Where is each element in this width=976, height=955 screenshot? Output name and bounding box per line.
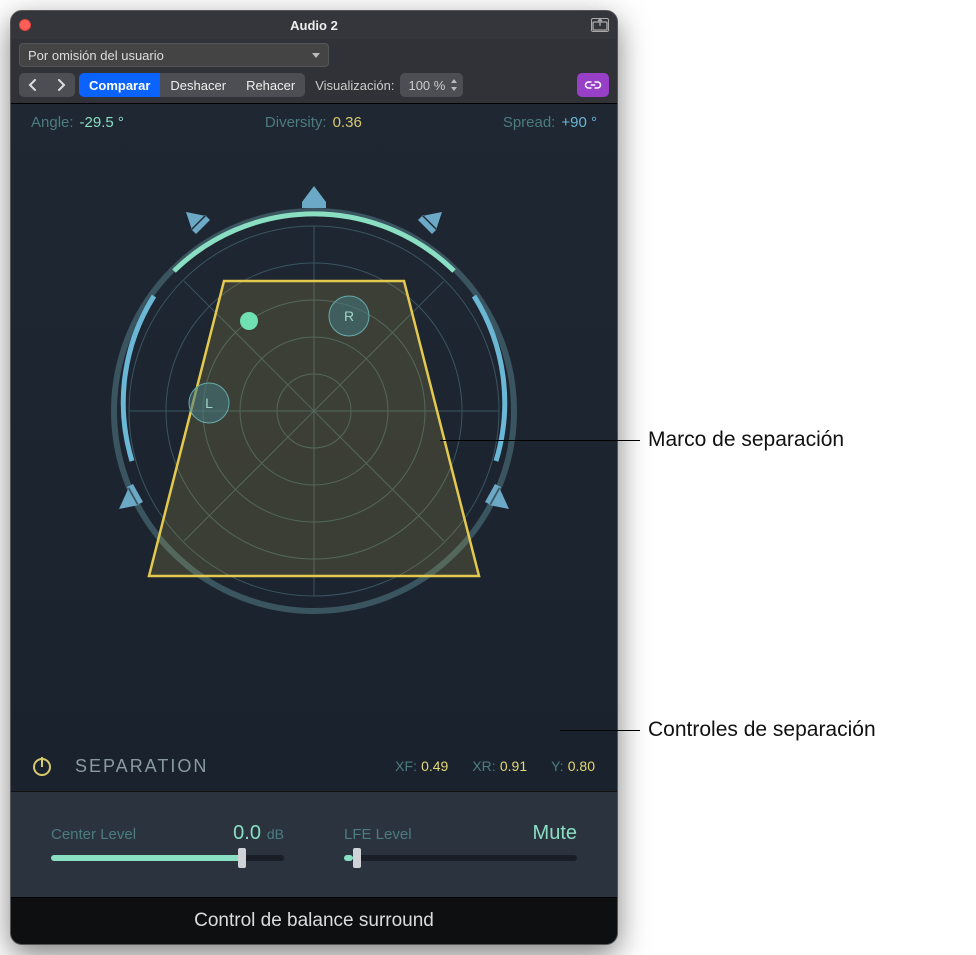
preset-row: Por omisión del usuario (11, 39, 617, 67)
center-level-value[interactable]: 0.0 (233, 822, 261, 844)
separation-row: SEPARATION XF: 0.49 XR: 0.91 Y: 0.80 (11, 756, 617, 791)
nav-segment (19, 73, 75, 97)
xr-label: XR: (472, 758, 495, 774)
lfe-level-block: LFE Level Mute (344, 822, 577, 861)
surround-balance-window: Audio 2 Por omisión del usuario Comparar… (10, 10, 618, 945)
separation-power-button[interactable] (33, 758, 51, 776)
view-label: Visualización: (315, 78, 394, 93)
angle-value[interactable]: -29.5 ° (80, 114, 124, 131)
titlebar: Audio 2 (11, 11, 617, 39)
xr-value[interactable]: 0.91 (500, 758, 527, 774)
export-icon[interactable] (591, 18, 609, 32)
callout-line-frame (440, 440, 640, 441)
surround-radar[interactable]: L R (49, 141, 579, 671)
diversity-label: Diversity: (265, 114, 327, 131)
callout-controls: Controles de separación (648, 718, 876, 742)
center-level-slider[interactable] (51, 855, 284, 861)
angle-label: Angle: (31, 114, 74, 131)
callout-line-controls (560, 730, 640, 731)
channel-r[interactable]: R (329, 296, 369, 336)
footer-caption: Control de balance surround (11, 897, 617, 944)
lfe-level-value[interactable]: Mute (533, 822, 577, 845)
xf-value[interactable]: 0.49 (421, 758, 448, 774)
center-level-block: Center Level 0.0 dB (51, 822, 284, 861)
compare-segment: Comparar Deshacer Rehacer (79, 73, 305, 97)
channel-l[interactable]: L (189, 383, 229, 423)
diversity-value[interactable]: 0.36 (333, 114, 362, 131)
redo-button[interactable]: Rehacer (236, 73, 305, 97)
spread-label: Spread: (503, 114, 556, 131)
preset-select[interactable]: Por omisión del usuario (19, 43, 329, 67)
callout-frame: Marco de separación (648, 428, 844, 452)
separation-title: SEPARATION (75, 756, 208, 777)
toolbar: Comparar Deshacer Rehacer Visualización:… (11, 67, 617, 104)
zoom-select[interactable]: 100 % (400, 73, 463, 97)
level-sliders-panel: Center Level 0.0 dB LFE Level Mute (11, 791, 617, 897)
undo-button[interactable]: Deshacer (160, 73, 236, 97)
readout-row: Angle: -29.5 ° Diversity: 0.36 Spread: +… (11, 104, 617, 131)
preset-value: Por omisión del usuario (28, 48, 164, 63)
source-puck[interactable] (240, 312, 258, 330)
window-title: Audio 2 (11, 18, 617, 33)
close-window-button[interactable] (19, 19, 31, 31)
xf-label: XF: (395, 758, 417, 774)
zoom-value: 100 % (408, 78, 445, 93)
center-level-label: Center Level (51, 826, 136, 843)
lfe-level-slider[interactable] (344, 855, 577, 861)
svg-text:R: R (344, 308, 354, 324)
compare-button[interactable]: Comparar (79, 73, 160, 97)
prev-button[interactable] (19, 73, 47, 97)
link-button[interactable] (577, 73, 609, 97)
svg-text:L: L (205, 395, 213, 411)
y-label: Y: (551, 758, 563, 774)
radar-wrap: L R (11, 131, 617, 756)
lfe-level-label: LFE Level (344, 826, 412, 843)
next-button[interactable] (47, 73, 75, 97)
main-panel: Angle: -29.5 ° Diversity: 0.36 Spread: +… (11, 104, 617, 791)
separation-frame[interactable] (149, 281, 479, 576)
y-value[interactable]: 0.80 (568, 758, 595, 774)
spread-value[interactable]: +90 ° (561, 114, 597, 131)
center-level-unit: dB (267, 826, 284, 842)
